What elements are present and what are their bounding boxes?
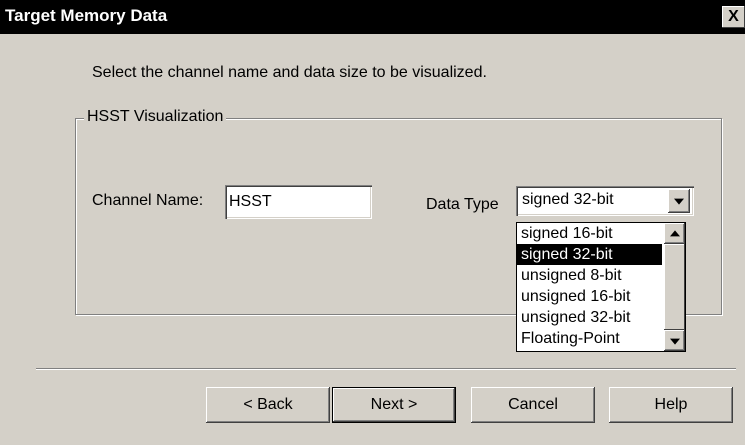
- help-button[interactable]: Help: [609, 387, 733, 423]
- dropdown-option[interactable]: signed 16-bit: [517, 223, 662, 244]
- close-button[interactable]: X: [722, 6, 745, 28]
- instruction-text: Select the channel name and data size to…: [92, 64, 487, 81]
- dropdown-arrow-button[interactable]: [668, 189, 690, 213]
- dropdown-option[interactable]: Floating-Point: [517, 328, 662, 349]
- chevron-down-icon: [674, 198, 684, 205]
- separator: [36, 368, 736, 370]
- data-type-selected-value: signed 32-bit: [522, 191, 614, 208]
- channel-name-input[interactable]: [225, 185, 372, 219]
- scroll-up-button[interactable]: [664, 223, 685, 244]
- data-type-label: Data Type: [426, 196, 499, 213]
- scroll-up-icon: [669, 229, 680, 236]
- scroll-thumb[interactable]: [664, 244, 685, 330]
- dropdown-option[interactable]: unsigned 8-bit: [517, 265, 662, 286]
- dropdown-scrollbar[interactable]: [664, 223, 685, 351]
- cancel-button[interactable]: Cancel: [471, 387, 595, 423]
- group-label: HSST Visualization: [84, 108, 227, 126]
- next-button[interactable]: Next >: [332, 387, 456, 423]
- title-bar: Target Memory Data X: [0, 0, 745, 34]
- back-button[interactable]: < Back: [206, 387, 330, 423]
- close-icon: X: [728, 8, 739, 25]
- dropdown-option[interactable]: signed 32-bit: [517, 244, 662, 265]
- dropdown-option[interactable]: unsigned 32-bit: [517, 307, 662, 328]
- window-title: Target Memory Data: [5, 6, 168, 25]
- channel-name-label: Channel Name:: [92, 192, 204, 209]
- scroll-down-button[interactable]: [664, 330, 685, 351]
- dropdown-option[interactable]: unsigned 16-bit: [517, 286, 662, 307]
- scroll-down-icon: [669, 338, 680, 345]
- data-type-select[interactable]: signed 32-bit: [516, 186, 694, 216]
- data-type-dropdown-list: signed 16-bit signed 32-bit unsigned 8-bit…: [516, 222, 686, 352]
